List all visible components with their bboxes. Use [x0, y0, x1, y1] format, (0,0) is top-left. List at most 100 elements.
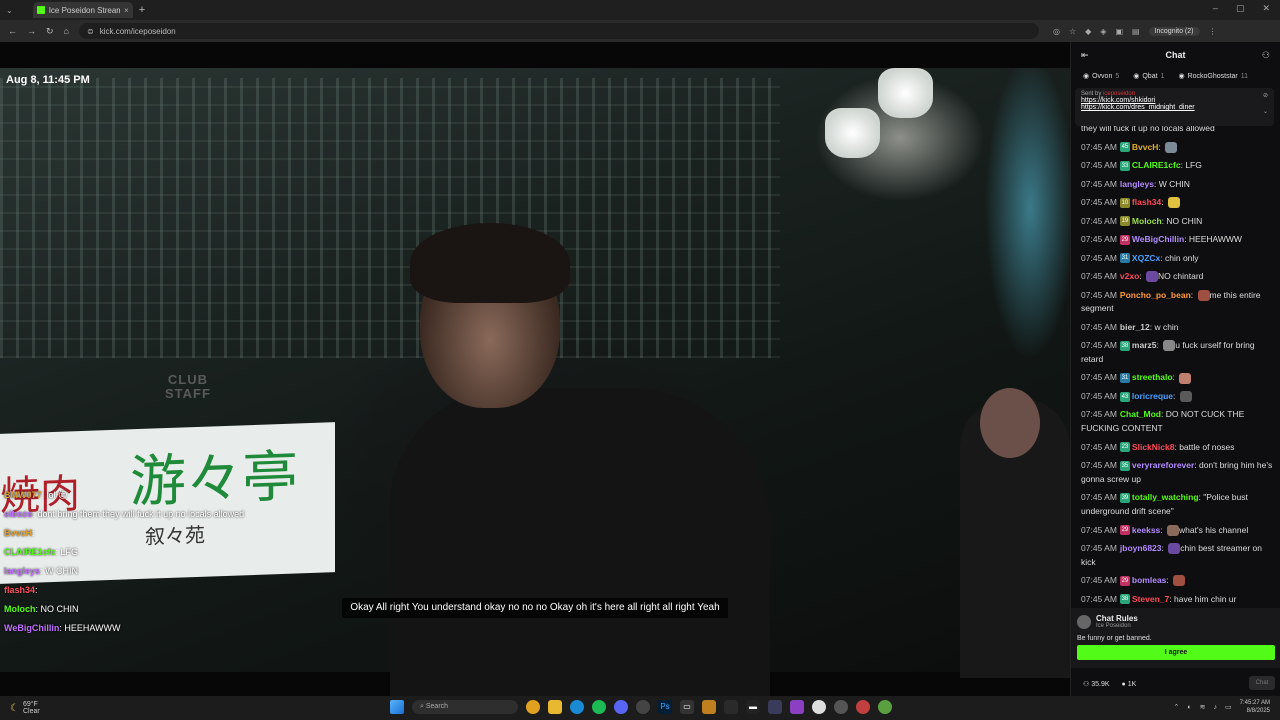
- chat-message[interactable]: 07:45 AM 43 loricreque:: [1081, 390, 1274, 404]
- chat-username[interactable]: flash34: [1132, 197, 1161, 207]
- chat-message[interactable]: 07:45 AM Poncho_po_bean: me this entire s…: [1081, 289, 1274, 316]
- unpin-icon[interactable]: ⊘: [1263, 92, 1268, 99]
- chevron-up-icon[interactable]: ⌃: [1174, 703, 1180, 711]
- agree-button[interactable]: I agree: [1077, 645, 1275, 660]
- reload-button[interactable]: ↻: [46, 26, 54, 37]
- chat-username[interactable]: XQZCx: [1132, 253, 1160, 263]
- chat-username[interactable]: keekss: [1132, 525, 1160, 535]
- chat-message[interactable]: 07:45 AM 29 keekss: what's his channel: [1081, 524, 1274, 538]
- home-button[interactable]: ⌂: [64, 26, 69, 37]
- battery-icon[interactable]: ▭: [1225, 703, 1232, 711]
- app-icon[interactable]: ▬: [746, 700, 760, 714]
- chat-message[interactable]: 07:45 AM langleys: W CHIN: [1081, 178, 1274, 192]
- app-icon[interactable]: [768, 700, 782, 714]
- puzzle-icon[interactable]: ▣: [1115, 27, 1123, 36]
- spotify-icon[interactable]: [592, 700, 606, 714]
- collapse-chat-icon[interactable]: ⇤: [1081, 50, 1089, 61]
- start-button[interactable]: [390, 700, 404, 714]
- chrome-icon[interactable]: [526, 700, 540, 714]
- chat-message[interactable]: 07:45 AM 31 XQZCx: chin only: [1081, 252, 1274, 266]
- browser-tab[interactable]: Ice Poseidon Stream - Wat ×: [32, 2, 133, 18]
- extension-icon[interactable]: ◈: [1100, 27, 1106, 36]
- chat-username[interactable]: SlickNick8: [1132, 442, 1175, 452]
- chevron-down-icon[interactable]: ⌄: [1263, 108, 1268, 115]
- chat-username[interactable]: Steven_7: [1132, 594, 1169, 604]
- gifter[interactable]: ◉ Qbat 1: [1133, 72, 1164, 81]
- terminal-icon[interactable]: ▭: [680, 700, 694, 714]
- app-icon[interactable]: [856, 700, 870, 714]
- chat-username[interactable]: streethalo: [1132, 372, 1173, 382]
- wifi-icon[interactable]: ≋: [1200, 703, 1206, 711]
- chat-message[interactable]: 07:45 AM Chat_Mod: DO NOT CUCK THE FUCKIN…: [1081, 408, 1274, 435]
- chat-message[interactable]: 07:45 AM 38 Steven_7: have him chin ur: [1081, 593, 1274, 607]
- chat-username[interactable]: marz5: [1132, 340, 1157, 350]
- back-button[interactable]: ←: [8, 26, 17, 37]
- send-chat-button[interactable]: Chat: [1249, 676, 1275, 690]
- chat-message[interactable]: 07:45 AM jboyn6823: chin best streamer on…: [1081, 542, 1274, 569]
- file-explorer-icon[interactable]: [548, 700, 562, 714]
- chat-message[interactable]: 07:45 AM 38 marz5: u fuck urself for bring…: [1081, 339, 1274, 366]
- url-field[interactable]: ⊜ kick.com/iceposeidon: [78, 23, 1039, 39]
- chat-message[interactable]: 07:45 AM v2xo: NO chintard: [1081, 270, 1274, 284]
- chat-message[interactable]: 07:45 AM 19 Moloch: NO CHIN: [1081, 215, 1274, 229]
- obs-icon[interactable]: [636, 700, 650, 714]
- chat-message[interactable]: 07:45 AM bier_12: w chin: [1081, 321, 1274, 335]
- app-icon[interactable]: [834, 700, 848, 714]
- tab-close-icon[interactable]: ×: [124, 6, 129, 15]
- chat-username[interactable]: langleys: [1120, 179, 1154, 189]
- chat-message[interactable]: 07:45 AM 23 SlickNick8: battle of noses: [1081, 441, 1274, 455]
- menu-icon[interactable]: ⋮: [1209, 27, 1217, 36]
- network-icon[interactable]: ◐: [1187, 704, 1191, 711]
- gifter[interactable]: ◉ RockoGhoststar 11: [1178, 72, 1248, 81]
- app-icon[interactable]: [812, 700, 826, 714]
- chat-message[interactable]: 07:45 AM 29 WeBigChillin: HEEHAWWW: [1081, 233, 1274, 247]
- minimize-button[interactable]: –: [1213, 3, 1218, 14]
- chat-username[interactable]: Poncho_po_bean: [1120, 290, 1191, 300]
- chat-message[interactable]: 07:45 AM 39 totally_watching: "Police bust…: [1081, 491, 1274, 518]
- app-icon[interactable]: [724, 700, 738, 714]
- weather-widget[interactable]: ☾ 69°F Clear: [10, 701, 40, 715]
- gifter[interactable]: ◉ Ovvon 5: [1083, 72, 1119, 81]
- chat-message[interactable]: 07:45 AM 33 CLAIRE1cfc: LFG: [1081, 159, 1274, 173]
- forward-button[interactable]: →: [27, 26, 36, 37]
- chat-username[interactable]: loricreque: [1132, 391, 1173, 401]
- chat-username[interactable]: Moloch: [1132, 216, 1162, 226]
- chat-username[interactable]: CLAIRE1cfc: [1132, 160, 1181, 170]
- pinned-link[interactable]: https://kick.com/shkidori: [1081, 97, 1268, 104]
- clock[interactable]: 7:45:27 AM 8/8/2025: [1240, 699, 1270, 715]
- chat-message[interactable]: 07:45 AM 10 flash34:: [1081, 196, 1274, 210]
- chat-username[interactable]: bomleas: [1132, 575, 1167, 585]
- chat-username[interactable]: veryrareforever: [1132, 460, 1194, 470]
- taskbar-search[interactable]: ⌕ Search: [412, 700, 518, 714]
- incognito-badge[interactable]: Incognito (2): [1148, 26, 1200, 36]
- bookmark-star-icon[interactable]: ☆: [1069, 27, 1076, 36]
- chat-username[interactable]: jboyn6823: [1120, 543, 1162, 553]
- app-icon[interactable]: [790, 700, 804, 714]
- chat-username[interactable]: totally_watching: [1132, 492, 1199, 502]
- sidepanel-icon[interactable]: ▤: [1132, 27, 1140, 36]
- photoshop-icon[interactable]: Ps: [658, 700, 672, 714]
- pinned-link[interactable]: https://kick.com/dres_midnight_diner: [1081, 104, 1268, 111]
- maximize-button[interactable]: ▢: [1236, 3, 1245, 14]
- chat-message[interactable]: 07:45 AM 29 bomleas:: [1081, 574, 1274, 588]
- extension-icon[interactable]: ◆: [1085, 27, 1091, 36]
- chat-users-icon[interactable]: ⚇: [1262, 50, 1270, 61]
- chat-message[interactable]: 07:45 AM 31 streethalo:: [1081, 371, 1274, 385]
- site-info-icon[interactable]: ⊜: [87, 27, 94, 36]
- video-player[interactable]: 焼肉 游々亭 叙々苑 CLUB STAFF Aug 8, 11:45 PM BM…: [0, 42, 1070, 696]
- chat-username[interactable]: BvvcH: [1132, 142, 1158, 152]
- close-window-button[interactable]: ✕: [1262, 3, 1270, 14]
- new-tab-button[interactable]: +: [139, 4, 145, 16]
- app-icon[interactable]: [702, 700, 716, 714]
- tab-search-icon[interactable]: ⌄: [6, 6, 13, 15]
- chat-username[interactable]: v2xo: [1120, 271, 1139, 281]
- chat-username[interactable]: WeBigChillin: [1132, 234, 1184, 244]
- edge-icon[interactable]: [570, 700, 584, 714]
- discord-icon[interactable]: [614, 700, 628, 714]
- app-icon[interactable]: [878, 700, 892, 714]
- chat-username[interactable]: Chat_Mod: [1120, 409, 1161, 419]
- chat-message[interactable]: 07:45 AM 45 BvvcH:: [1081, 141, 1274, 155]
- eye-off-icon[interactable]: ◎: [1053, 27, 1060, 36]
- chat-message[interactable]: 07:45 AM 35 veryrareforever: don't bring h…: [1081, 459, 1274, 486]
- pinned-message[interactable]: Sent by iceposeidon https://kick.com/shk…: [1075, 88, 1274, 126]
